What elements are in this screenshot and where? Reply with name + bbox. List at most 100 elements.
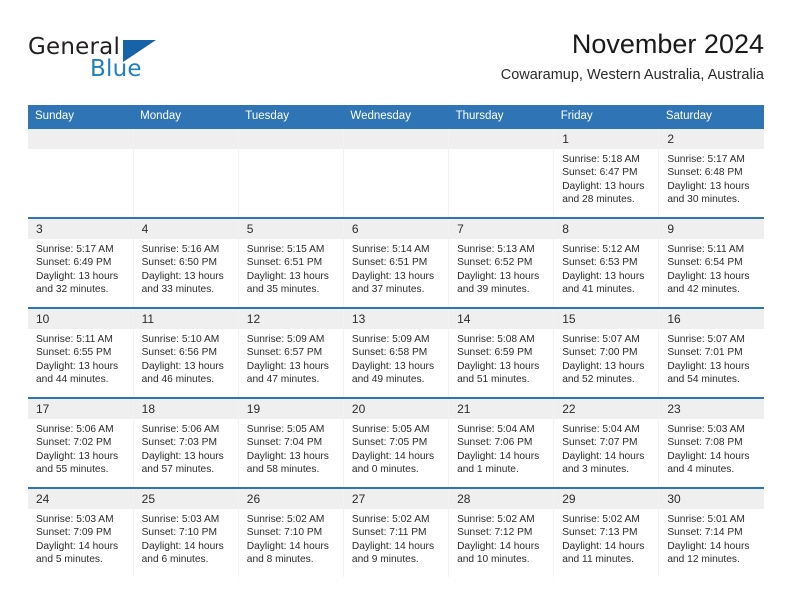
day-cell[interactable]: 9 Sunrise: 5:11 AM Sunset: 6:54 PM Dayli… [658,217,764,308]
sunset-line: Sunset: 6:57 PM [246,347,323,359]
daylight-line-2: and 33 minutes. [141,284,215,296]
day-cell[interactable]: 1 Sunrise: 5:18 AM Sunset: 6:47 PM Dayli… [553,127,660,218]
day-cell[interactable]: 29 Sunrise: 5:02 AM Sunset: 7:13 PM Dayl… [553,487,660,577]
sunset-line: Sunset: 7:06 PM [457,437,533,449]
daylight-line-1: Daylight: 13 hours [667,180,750,192]
daylight-line-2: and 12 minutes. [667,554,740,566]
day-cell[interactable]: 16 Sunrise: 5:07 AM Sunset: 7:01 PM Dayl… [658,307,764,398]
day-cell[interactable]: 20 Sunrise: 5:05 AM Sunset: 7:05 PM Dayl… [343,397,450,488]
day-cell[interactable]: 5 Sunrise: 5:15 AM Sunset: 6:51 PM Dayli… [238,217,344,308]
sunset-line: Sunset: 7:14 PM [667,527,743,539]
sunset-line: Sunset: 7:10 PM [141,527,217,539]
daylight-line-1: Daylight: 14 hours [141,540,224,552]
day-details: Sunrise: 5:04 AM Sunset: 7:06 PM Dayligh… [449,419,553,477]
day-number: 8 [554,219,659,239]
sunrise-line: Sunrise: 5:02 AM [246,514,325,525]
sunset-line: Sunset: 6:50 PM [141,257,217,269]
day-cell[interactable]: 3 Sunrise: 5:17 AM Sunset: 6:49 PM Dayli… [28,217,134,308]
sunrise-sunset-calendar: Sunday Monday Tuesday Wednesday Thursday… [28,105,764,577]
day-cell[interactable]: 28 Sunrise: 5:02 AM Sunset: 7:12 PM Dayl… [448,487,555,577]
sunrise-line: Sunrise: 5:16 AM [141,244,220,255]
day-cell[interactable]: 7 Sunrise: 5:13 AM Sunset: 6:52 PM Dayli… [448,217,555,308]
day-cell[interactable]: 26 Sunrise: 5:02 AM Sunset: 7:10 PM Dayl… [238,487,344,577]
day-cell[interactable]: 13 Sunrise: 5:09 AM Sunset: 6:58 PM Dayl… [343,307,450,398]
daylight-line-2: and 0 minutes. [351,464,419,476]
day-details: Sunrise: 5:03 AM Sunset: 7:09 PM Dayligh… [28,509,133,567]
day-number: 14 [449,309,554,329]
day-cell[interactable]: 22 Sunrise: 5:04 AM Sunset: 7:07 PM Dayl… [553,397,660,488]
calendar-body: 1 Sunrise: 5:18 AM Sunset: 6:47 PM Dayli… [28,127,764,577]
daylight-line-1: Daylight: 14 hours [667,540,750,552]
day-cell[interactable]: 15 Sunrise: 5:07 AM Sunset: 7:00 PM Dayl… [553,307,660,398]
day-number: 22 [554,399,659,419]
day-details: Sunrise: 5:07 AM Sunset: 7:01 PM Dayligh… [659,329,764,387]
day-number: 20 [343,399,449,419]
day-number: 1 [554,129,659,149]
day-cell[interactable]: 12 Sunrise: 5:09 AM Sunset: 6:57 PM Dayl… [238,307,344,398]
day-details [134,149,238,153]
day-details: Sunrise: 5:09 AM Sunset: 6:57 PM Dayligh… [239,329,343,387]
daylight-line-1: Daylight: 14 hours [36,540,119,552]
day-cell[interactable]: 2 Sunrise: 5:17 AM Sunset: 6:48 PM Dayli… [658,127,764,218]
daylight-line-1: Daylight: 13 hours [457,360,540,372]
day-cell[interactable] [133,127,239,218]
weekday-header-friday: Friday [553,105,659,128]
day-cell[interactable]: 8 Sunrise: 5:12 AM Sunset: 6:53 PM Dayli… [553,217,660,308]
day-cell[interactable]: 17 Sunrise: 5:06 AM Sunset: 7:02 PM Dayl… [28,397,134,488]
day-cell[interactable]: 19 Sunrise: 5:05 AM Sunset: 7:04 PM Dayl… [238,397,344,488]
sunset-line: Sunset: 7:10 PM [246,527,323,539]
sunrise-line: Sunrise: 5:03 AM [141,514,220,525]
day-cell[interactable]: 24 Sunrise: 5:03 AM Sunset: 7:09 PM Dayl… [28,487,134,577]
day-cell[interactable]: 25 Sunrise: 5:03 AM Sunset: 7:10 PM Dayl… [133,487,239,577]
day-cell[interactable]: 27 Sunrise: 5:02 AM Sunset: 7:11 PM Dayl… [343,487,450,577]
daylight-line-1: Daylight: 13 hours [351,270,435,282]
day-cell[interactable]: 14 Sunrise: 5:08 AM Sunset: 6:59 PM Dayl… [448,307,555,398]
daylight-line-2: and 8 minutes. [246,554,314,566]
day-details: Sunrise: 5:14 AM Sunset: 6:51 PM Dayligh… [344,239,448,297]
calendar-page: General Blue November 2024 Cowaramup, We… [0,0,792,612]
day-cell[interactable]: 11 Sunrise: 5:10 AM Sunset: 6:56 PM Dayl… [133,307,239,398]
daylight-line-1: Daylight: 13 hours [562,360,645,372]
daylight-line-2: and 54 minutes. [667,374,740,386]
sunset-line: Sunset: 7:13 PM [562,527,638,539]
day-details: Sunrise: 5:03 AM Sunset: 7:10 PM Dayligh… [134,509,238,567]
day-cell[interactable] [448,127,555,218]
calendar-week-row: 17 Sunrise: 5:06 AM Sunset: 7:02 PM Dayl… [28,397,764,488]
sunrise-line: Sunrise: 5:03 AM [36,514,114,525]
daylight-line-1: Daylight: 13 hours [141,450,224,462]
sunrise-line: Sunrise: 5:04 AM [562,424,640,435]
day-cell[interactable]: 18 Sunrise: 5:06 AM Sunset: 7:03 PM Dayl… [133,397,239,488]
daylight-line-1: Daylight: 14 hours [351,540,435,552]
day-details: Sunrise: 5:06 AM Sunset: 7:02 PM Dayligh… [28,419,133,477]
sunrise-line: Sunrise: 5:07 AM [562,334,640,345]
daylight-line-2: and 35 minutes. [246,284,320,296]
sunrise-line: Sunrise: 5:07 AM [667,334,745,345]
day-cell[interactable]: 30 Sunrise: 5:01 AM Sunset: 7:14 PM Dayl… [658,487,764,577]
day-details: Sunrise: 5:16 AM Sunset: 6:50 PM Dayligh… [134,239,238,297]
day-cell[interactable] [28,127,134,218]
daylight-line-1: Daylight: 14 hours [351,450,435,462]
sunrise-line: Sunrise: 5:02 AM [351,514,430,525]
day-cell[interactable]: 23 Sunrise: 5:03 AM Sunset: 7:08 PM Dayl… [658,397,764,488]
day-number [238,129,343,149]
sunset-line: Sunset: 7:02 PM [36,437,112,449]
daylight-line-1: Daylight: 13 hours [246,360,329,372]
day-number: 15 [554,309,659,329]
day-cell[interactable]: 10 Sunrise: 5:11 AM Sunset: 6:55 PM Dayl… [28,307,134,398]
day-cell[interactable]: 4 Sunrise: 5:16 AM Sunset: 6:50 PM Dayli… [133,217,239,308]
daylight-line-2: and 28 minutes. [562,194,635,206]
sunrise-line: Sunrise: 5:02 AM [562,514,640,525]
daylight-line-1: Daylight: 13 hours [667,360,750,372]
day-cell[interactable] [343,127,450,218]
day-cell[interactable]: 6 Sunrise: 5:14 AM Sunset: 6:51 PM Dayli… [343,217,450,308]
sunset-line: Sunset: 7:08 PM [667,437,743,449]
sunrise-line: Sunrise: 5:18 AM [562,154,640,165]
sunrise-line: Sunrise: 5:08 AM [457,334,535,345]
weekday-header-thursday: Thursday [448,105,554,128]
day-cell[interactable] [238,127,344,218]
day-number: 27 [343,489,449,509]
general-blue-logo[interactable]: General Blue [28,34,258,90]
daylight-line-2: and 42 minutes. [667,284,740,296]
daylight-line-1: Daylight: 14 hours [562,540,645,552]
day-cell[interactable]: 21 Sunrise: 5:04 AM Sunset: 7:06 PM Dayl… [448,397,555,488]
